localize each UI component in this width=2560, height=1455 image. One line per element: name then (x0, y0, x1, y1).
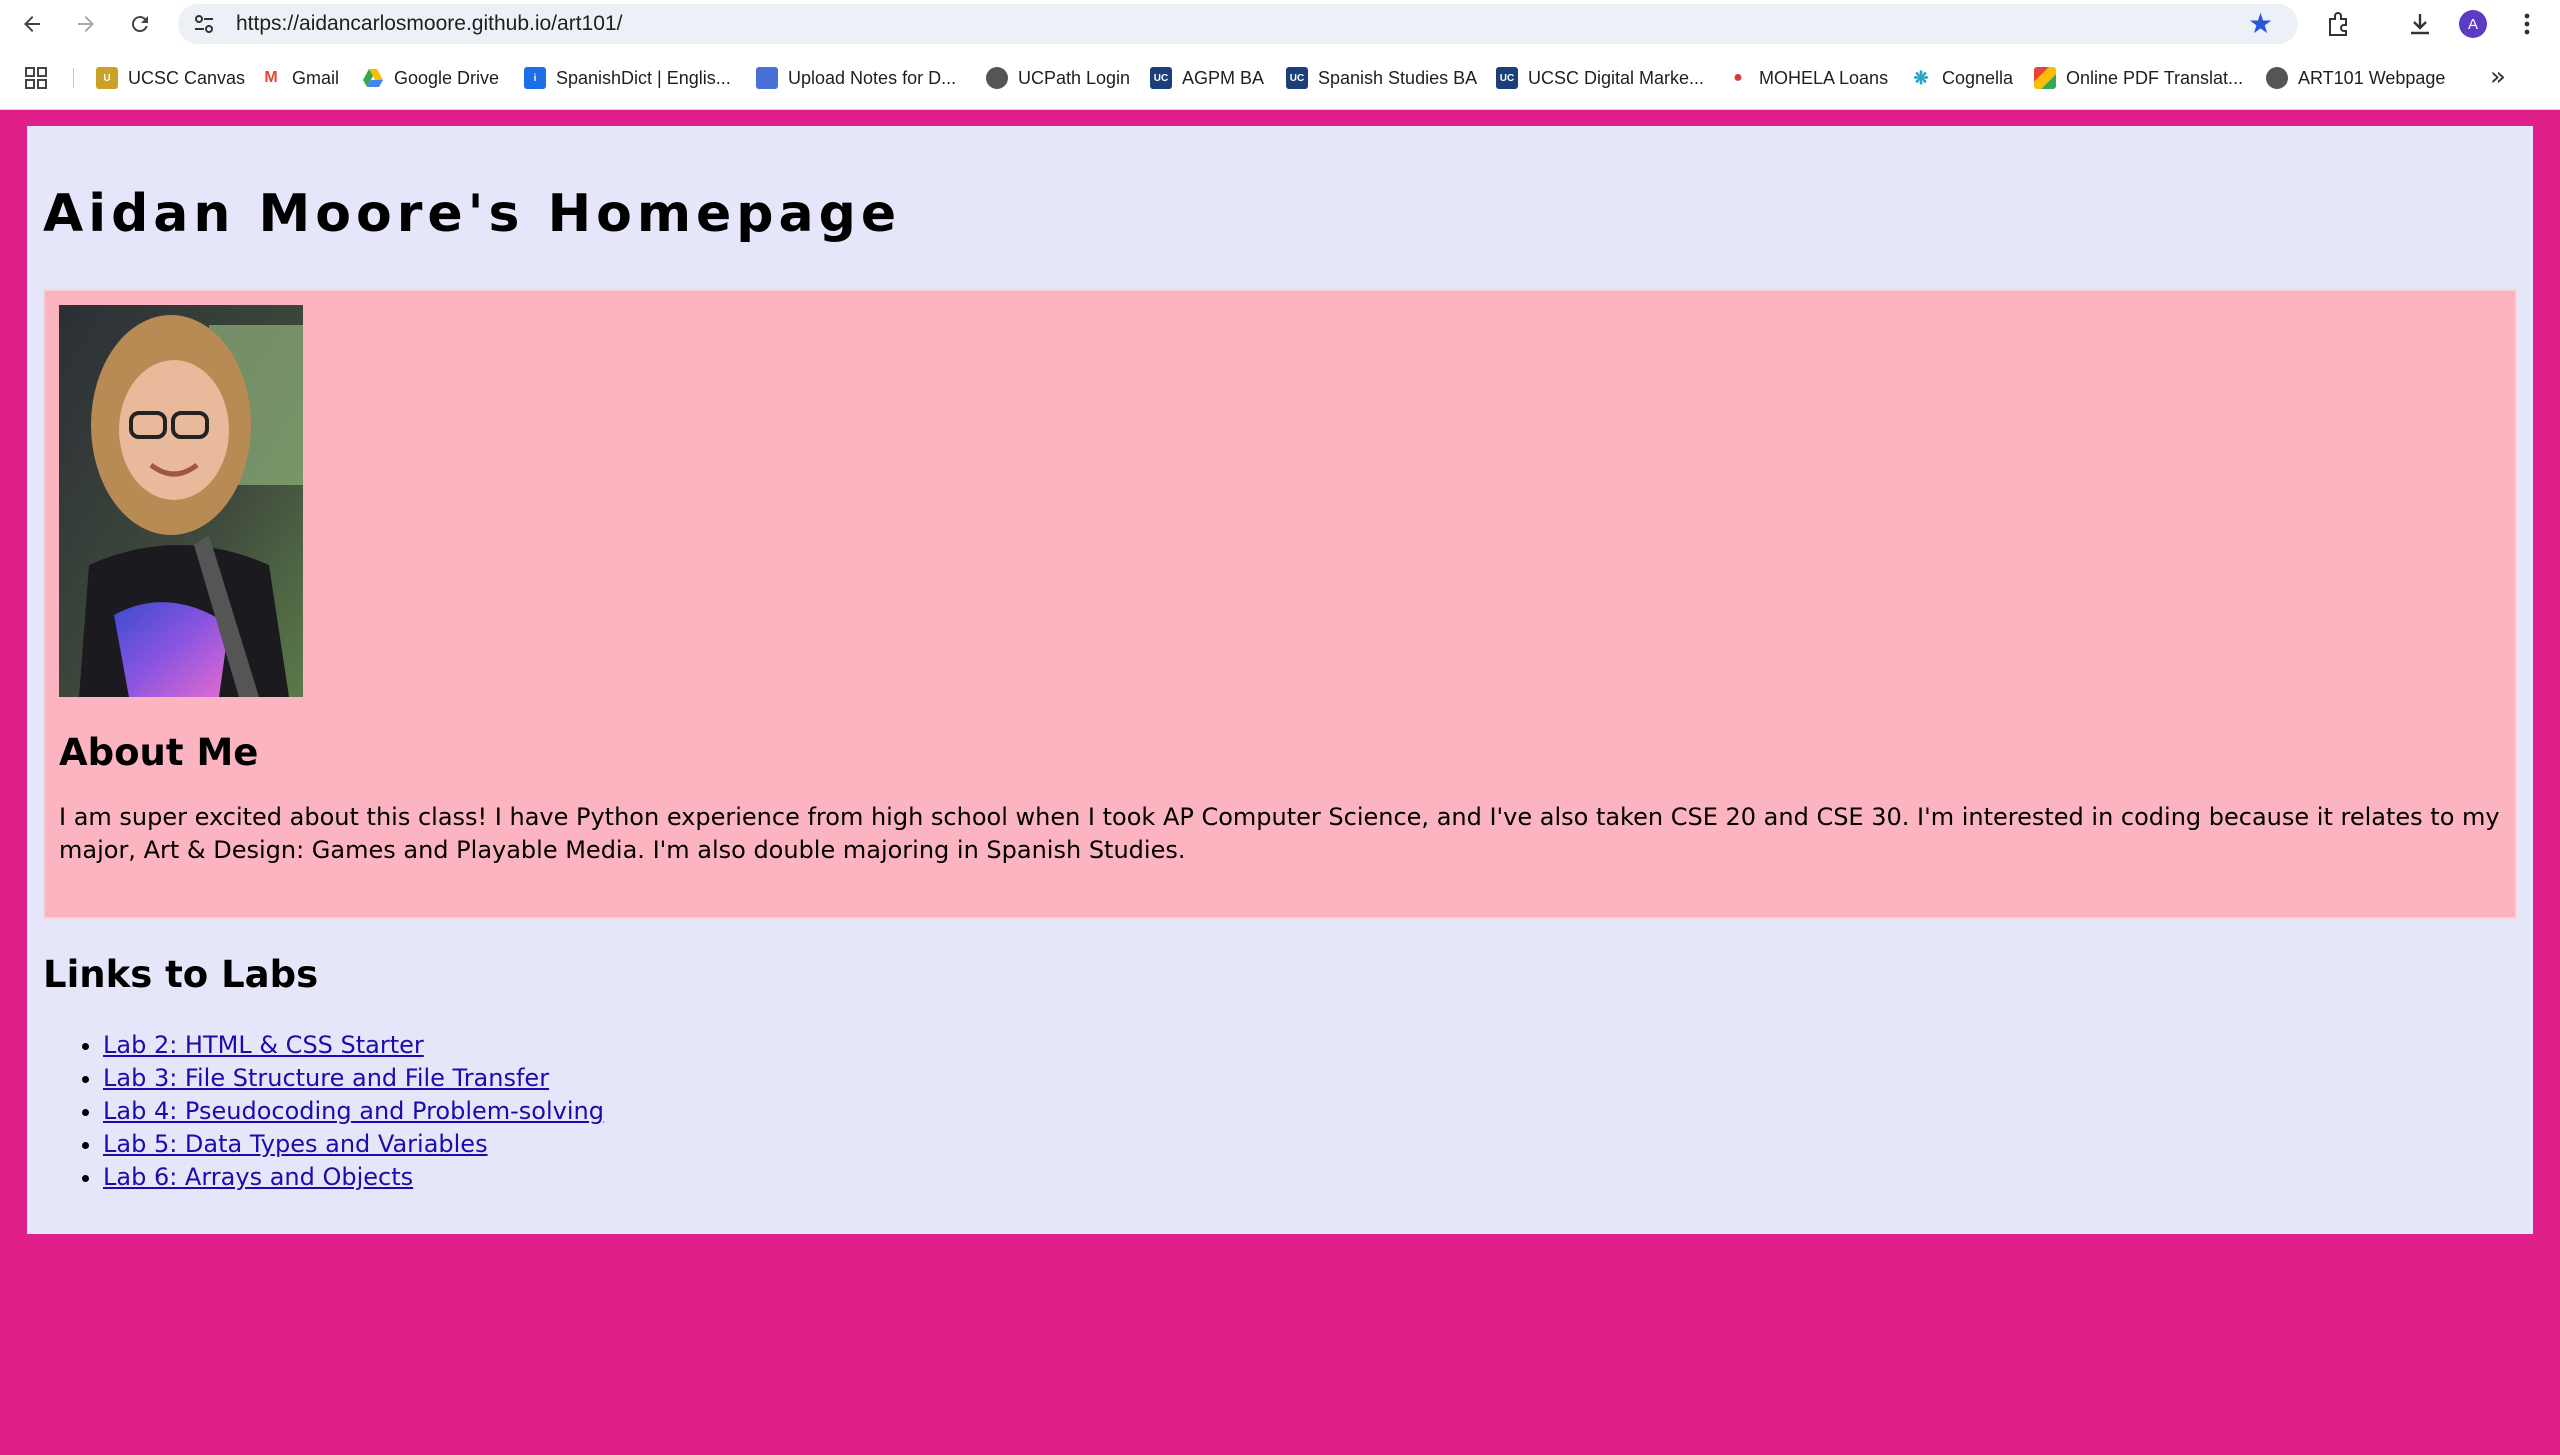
gmail-icon: M (260, 67, 282, 89)
bookmark-online-pdf-translator[interactable]: Online PDF Translat... (2034, 64, 2243, 92)
bookmarks-separator (73, 68, 74, 88)
downloads-icon[interactable] (2404, 8, 2436, 40)
menu-kebab-icon[interactable] (2511, 8, 2543, 40)
about-heading: About Me (59, 731, 259, 774)
browser-chrome: https://aidancarlosmoore.github.io/art10… (0, 0, 2560, 110)
bookmark-ucsc-canvas[interactable]: U UCSC Canvas (96, 64, 245, 92)
bookmark-google-drive[interactable]: Google Drive (362, 64, 499, 92)
profile-photo (59, 305, 303, 697)
globe-icon (986, 67, 1008, 89)
about-section: About Me I am super excited about this c… (43, 289, 2517, 919)
lab-6-link[interactable]: Lab 6: Arrays and Objects (103, 1163, 413, 1191)
bookmark-spanishdict[interactable]: i SpanishDict | Englis... (524, 64, 731, 92)
bookmark-agpm-ba[interactable]: UC AGPM BA (1150, 64, 1264, 92)
canvas-icon: U (96, 67, 118, 89)
site-info-icon[interactable] (190, 12, 218, 36)
more-bookmarks-chevron-icon[interactable]: » (2490, 62, 2506, 92)
ucsc-icon: UC (1286, 67, 1308, 89)
back-button[interactable] (14, 6, 50, 42)
bookmark-upload-notes[interactable]: Upload Notes for D... (756, 64, 956, 92)
globe-icon (2266, 67, 2288, 89)
lab-2-link[interactable]: Lab 2: HTML & CSS Starter (103, 1031, 424, 1059)
forward-arrow-icon (78, 16, 94, 32)
url-text[interactable]: https://aidancarlosmoore.github.io/art10… (236, 12, 622, 36)
forward-button[interactable] (68, 6, 104, 42)
list-item: Lab 2: HTML & CSS Starter (103, 1029, 604, 1062)
reload-button[interactable] (122, 6, 158, 42)
labs-heading: Links to Labs (43, 953, 319, 996)
bookmark-ucpath-login[interactable]: UCPath Login (986, 64, 1130, 92)
list-item: Lab 3: File Structure and File Transfer (103, 1062, 604, 1095)
notes-icon (756, 67, 778, 89)
bookmark-spanish-studies-ba[interactable]: UC Spanish Studies BA (1286, 64, 1477, 92)
bookmark-mohela-loans[interactable]: ● MOHELA Loans (1727, 64, 1888, 92)
bookmarks-bar: U UCSC Canvas M Gmail Google Drive i Spa… (0, 58, 2560, 98)
labs-list: Lab 2: HTML & CSS Starter Lab 3: File St… (103, 1029, 604, 1194)
bookmark-art101-webpage[interactable]: ART101 Webpage (2266, 64, 2445, 92)
spanishdict-icon: i (524, 67, 546, 89)
back-arrow-icon (24, 16, 40, 32)
bookmark-cognella[interactable]: ❋ Cognella (1910, 64, 2013, 92)
drive-icon (362, 67, 384, 89)
cognella-icon: ❋ (1910, 67, 1932, 89)
lab-5-link[interactable]: Lab 5: Data Types and Variables (103, 1130, 488, 1158)
bookmark-star-icon[interactable]: ★ (2248, 10, 2273, 38)
page-container: Aidan Moore's Homepage About Me I am sup… (27, 126, 2533, 1234)
pdf-translate-icon (2034, 67, 2056, 89)
lab-3-link[interactable]: Lab 3: File Structure and File Transfer (103, 1064, 549, 1092)
page-title: Aidan Moore's Homepage (43, 184, 902, 244)
list-item: Lab 5: Data Types and Variables (103, 1128, 604, 1161)
bookmark-ucsc-digital-marketing[interactable]: UC UCSC Digital Marke... (1496, 64, 1704, 92)
list-item: Lab 4: Pseudocoding and Problem-solving (103, 1095, 604, 1128)
bookmark-gmail[interactable]: M Gmail (260, 64, 339, 92)
profile-avatar[interactable]: A (2459, 10, 2487, 38)
list-item: Lab 6: Arrays and Objects (103, 1161, 604, 1194)
about-paragraph: I am super excited about this class! I h… (59, 803, 2500, 864)
lab-4-link[interactable]: Lab 4: Pseudocoding and Problem-solving (103, 1097, 604, 1125)
reload-icon (131, 16, 148, 33)
browser-toolbar: https://aidancarlosmoore.github.io/art10… (0, 0, 2560, 48)
ucsc-icon: UC (1150, 67, 1172, 89)
apps-grid-icon[interactable] (24, 66, 48, 90)
ucsc-icon: UC (1496, 67, 1518, 89)
extensions-icon[interactable] (2322, 8, 2354, 40)
mohela-icon: ● (1727, 67, 1749, 89)
